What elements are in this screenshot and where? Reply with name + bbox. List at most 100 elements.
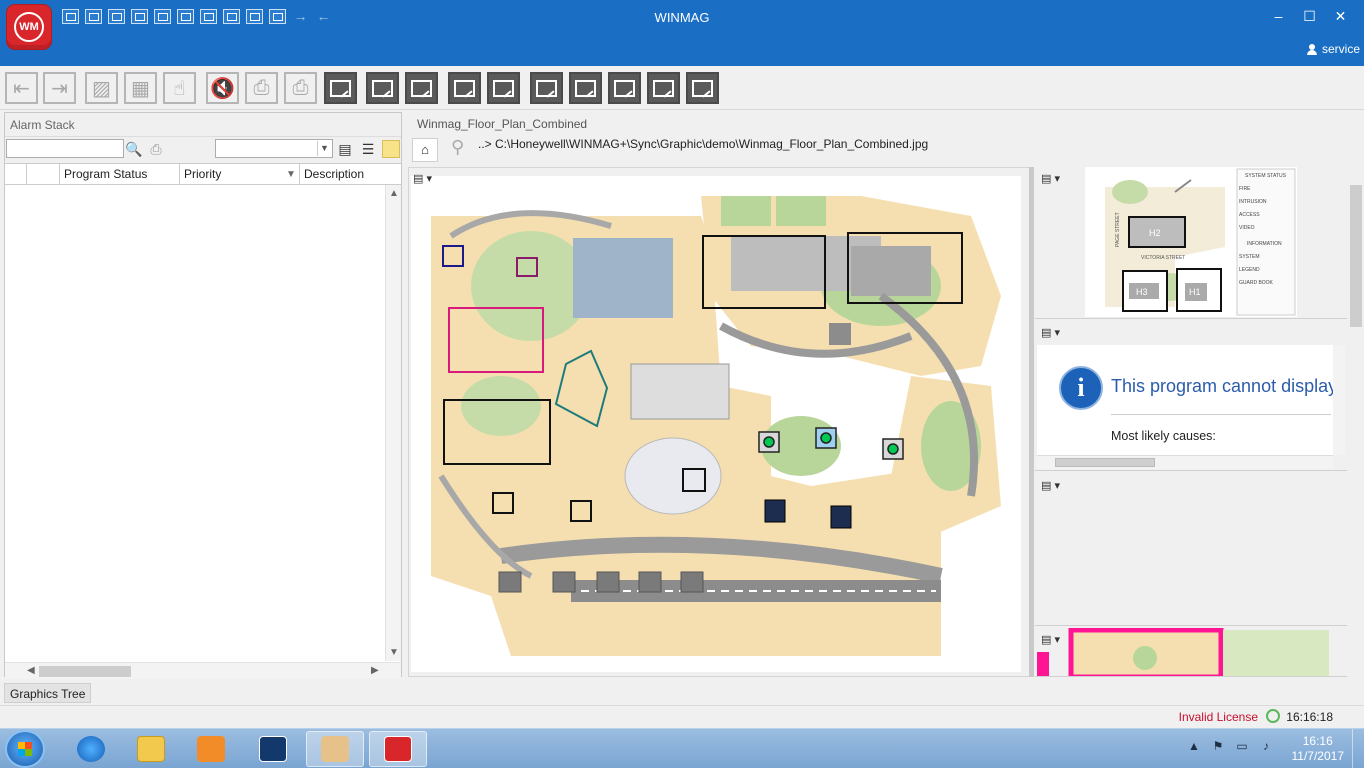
view-button-10-icon[interactable] (686, 72, 719, 104)
print-preview-icon[interactable]: ⎙ (284, 72, 317, 104)
minimap-label-h1: H1 (1189, 287, 1201, 297)
touch-icon[interactable]: ☝ (163, 72, 196, 104)
minimap-label-victoria-street: VICTORIA STREET (1141, 255, 1185, 261)
view-button-7-icon[interactable] (569, 72, 602, 104)
window-controls: – ☐ ✕ (1263, 6, 1356, 26)
license-status[interactable]: Invalid License (1179, 710, 1258, 724)
tray-expand-icon[interactable]: ▲ (1186, 739, 1202, 755)
error-heading: This program cannot display (1111, 376, 1335, 396)
view-button-8-icon[interactable] (608, 72, 641, 104)
map-menu-icon[interactable]: ▤ ▾ (1041, 633, 1071, 647)
highlight-view-icon[interactable] (382, 140, 400, 158)
minimap-label-intrusion: INTRUSION (1239, 199, 1267, 205)
mini-map-graphic[interactable]: H2 H3 H1 PAGE STREET VICTORIA STREET SYS… (1085, 167, 1297, 317)
taskbar-date: 11/7/2017 (1291, 749, 1345, 763)
floor-plan-map[interactable] (411, 176, 1021, 672)
view-button-1-icon[interactable] (324, 72, 357, 104)
chevron-down-icon: ▼ (317, 141, 331, 156)
view-button-2-icon[interactable] (366, 72, 399, 104)
map-menu-icon[interactable]: ▤ ▾ (1041, 172, 1071, 186)
scroll-thumb[interactable] (1350, 185, 1362, 327)
divider (1111, 414, 1331, 415)
media-player-icon[interactable] (182, 731, 240, 767)
scroll-thumb[interactable] (39, 666, 131, 677)
minimap-label-video: VIDEO (1239, 225, 1255, 231)
alarm-grid-header: Program Status Priority ▼ Description (5, 163, 401, 185)
winmag-taskbar-icon[interactable] (369, 731, 427, 767)
windows-start-icon[interactable] (5, 730, 45, 768)
column-priority[interactable]: Priority (180, 164, 300, 185)
scroll-down-icon[interactable]: ▼ (389, 647, 399, 658)
minimap-label-h2: H2 (1149, 228, 1161, 238)
alarm-stack-panel: Alarm Stack 🔍 ⎙ ▼ ▤ ☰ Program Status Pri… (4, 112, 402, 679)
show-desktop-button[interactable] (1352, 729, 1364, 768)
browser-horizontal-scrollbar[interactable] (1037, 455, 1333, 469)
windows-taskbar: ▲ ⚑ ▭ ♪ 16:16 11/7/2017 (0, 728, 1364, 768)
application-icon[interactable] (244, 731, 302, 767)
mute-icon[interactable]: 🔇 (206, 72, 239, 104)
graphic-path: ..> C:\Honeywell\WINMAG+\Sync\Graphic\de… (478, 137, 929, 151)
right-pane-scrollbar[interactable] (1348, 167, 1364, 677)
print-icon[interactable]: ⎙ (147, 140, 165, 158)
view-button-9-icon[interactable] (647, 72, 680, 104)
volume-icon[interactable]: ♪ (1258, 739, 1274, 755)
back-icon[interactable]: ⇤ (5, 72, 38, 104)
view-button-5-icon[interactable] (487, 72, 520, 104)
search-icon[interactable]: 🔍 (125, 140, 143, 158)
print-icon[interactable]: ⎙ (245, 72, 278, 104)
map-menu-icon[interactable]: ▤ ▾ (413, 172, 443, 188)
browser-vertical-scrollbar[interactable] (1333, 345, 1345, 455)
alarm-horizontal-scrollbar[interactable]: ◀ ▶ (5, 662, 401, 679)
empty-view-panel: ▤ ▾ (1035, 474, 1347, 626)
map-menu-icon[interactable]: ▤ ▾ (1041, 479, 1071, 493)
layout-icon[interactable]: ▦ (124, 72, 157, 104)
maximize-button[interactable]: ☐ (1294, 6, 1325, 26)
column-icon[interactable] (27, 164, 60, 185)
alarm-vertical-scrollbar[interactable]: ▲ ▼ (385, 185, 401, 661)
scroll-right-icon[interactable]: ▶ (371, 665, 379, 676)
minimap-label-h3: H3 (1136, 287, 1148, 297)
scroll-left-icon[interactable]: ◀ (27, 665, 35, 676)
main-toolbar: ⇤ ⇥ ▨ ▦ ☝ 🔇 ⎙ ⎙ (0, 66, 1364, 110)
navigation-icon[interactable]: ⚲ (451, 137, 471, 161)
graphic-header: Winmag_Floor_Plan_Combined ⌂ ⚲ ..> C:\Ho… (410, 112, 1364, 166)
alarm-filter-select[interactable]: ▼ (215, 139, 333, 158)
minimap-label-system: SYSTEM (1239, 254, 1260, 260)
status-bar: Invalid License 16:16:18 (0, 705, 1364, 727)
file-explorer-icon[interactable] (122, 731, 180, 767)
home-button[interactable]: ⌂ (412, 138, 438, 162)
network-icon[interactable]: ▭ (1234, 739, 1250, 755)
scroll-up-icon[interactable]: ▲ (389, 188, 399, 199)
action-center-icon[interactable]: ⚑ (1210, 739, 1226, 755)
forward-icon[interactable]: ⇥ (43, 72, 76, 104)
pane-splitter[interactable] (1029, 167, 1034, 677)
internet-explorer-icon[interactable] (62, 731, 120, 767)
user-indicator[interactable]: service (1306, 42, 1360, 56)
alarm-grid-body[interactable]: ▲ ▼ ◀ ▶ (5, 185, 401, 679)
close-button[interactable]: ✕ (1325, 6, 1356, 26)
image-icon[interactable]: ▨ (85, 72, 118, 104)
info-icon: i (1059, 366, 1103, 410)
details-view-icon[interactable]: ▤ (336, 140, 354, 158)
view-button-3-icon[interactable] (405, 72, 438, 104)
minimize-button[interactable]: – (1263, 6, 1294, 26)
view-button-4-icon[interactable] (448, 72, 481, 104)
alarm-search-input[interactable] (6, 139, 124, 158)
alarm-stack-controls: 🔍 ⎙ ▼ ▤ ☰ (5, 137, 401, 163)
error-causes: Most likely causes: (1111, 429, 1216, 443)
scroll-thumb[interactable] (1055, 458, 1155, 467)
column-program-status[interactable]: Program Status (60, 164, 180, 185)
taskbar-clock[interactable]: 16:16 11/7/2017 (1292, 734, 1345, 764)
minimap-label-guard-book: GUARD BOOK (1239, 280, 1274, 286)
column-description[interactable]: Description (300, 164, 390, 185)
list-view-icon[interactable]: ☰ (359, 140, 377, 158)
system-tray: ▲ ⚑ ▭ ♪ (1186, 739, 1274, 755)
detail-map-graphic (1037, 628, 1329, 676)
graphics-tree-tab[interactable]: Graphics Tree (4, 683, 92, 703)
title-bar: WM → ← WINMAG – ☐ ✕ service (0, 0, 1364, 66)
column-check[interactable] (5, 164, 27, 185)
map-menu-icon[interactable]: ▤ ▾ (1041, 326, 1071, 340)
view-button-6-icon[interactable] (530, 72, 563, 104)
app-window: WM → ← WINMAG – ☐ ✕ service ⇤ ⇥ ▨ ▦ ☝ 🔇 … (0, 0, 1364, 768)
paint-icon[interactable] (306, 731, 364, 767)
